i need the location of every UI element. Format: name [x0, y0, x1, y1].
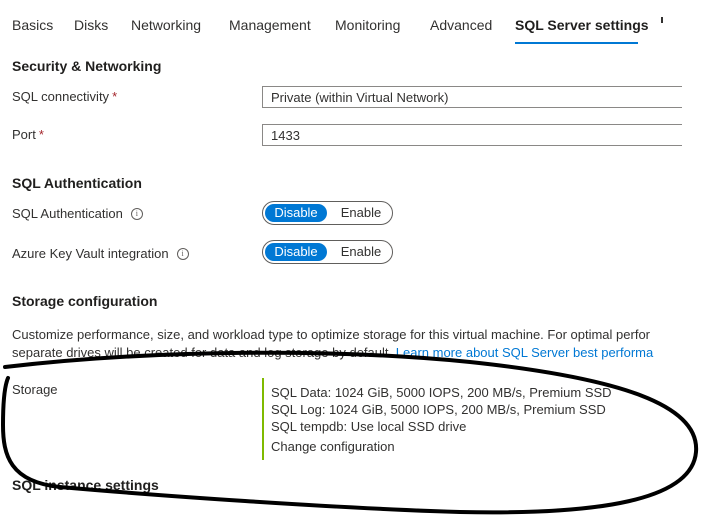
section-title-sql-authentication: SQL Authentication [12, 175, 142, 191]
sql-auth-disable-option[interactable]: Disable [265, 204, 327, 222]
sql-connectivity-label-text: SQL connectivity [12, 89, 110, 104]
sql-authentication-toggle: Disable Enable [262, 201, 393, 225]
key-vault-enable-option[interactable]: Enable [333, 243, 389, 261]
change-configuration-link[interactable]: Change configuration [271, 439, 395, 454]
learn-more-link[interactable]: Learn more about SQL Server best perform… [396, 345, 653, 360]
sql-authentication-label: SQL Authentication i [12, 206, 143, 221]
tab-disks[interactable]: Disks [74, 17, 108, 33]
tab-networking[interactable]: Networking [131, 17, 201, 33]
sql-connectivity-dropdown[interactable]: Private (within Virtual Network) [262, 86, 682, 108]
tab-bar: Basics Disks Networking Management Monit… [0, 0, 703, 46]
info-icon[interactable]: i [176, 247, 189, 260]
sql-connectivity-label: SQL connectivity * [12, 89, 117, 104]
key-vault-disable-option[interactable]: Disable [265, 243, 327, 261]
sql-auth-enable-option[interactable]: Enable [333, 204, 389, 222]
tab-sql-server-settings[interactable]: SQL Server settings [515, 17, 649, 33]
section-title-security-networking: Security & Networking [12, 58, 162, 74]
port-label: Port * [12, 127, 44, 142]
storage-description-line-1: Customize performance, size, and workloa… [12, 327, 650, 342]
tab-overflow-clipped[interactable] [661, 17, 663, 23]
port-input[interactable]: 1433 [262, 124, 682, 146]
tab-basics[interactable]: Basics [12, 17, 53, 33]
sql-authentication-label-text: SQL Authentication [12, 206, 123, 221]
port-label-text: Port [12, 127, 36, 142]
required-marker: * [112, 89, 118, 104]
section-title-storage-configuration: Storage configuration [12, 293, 158, 309]
tab-advanced[interactable]: Advanced [430, 17, 492, 33]
sql-connectivity-value: Private (within Virtual Network) [271, 90, 449, 105]
storage-description-text: separate drives will be created for data… [12, 345, 393, 360]
storage-sql-log: SQL Log: 1024 GiB, 5000 IOPS, 200 MB/s, … [271, 402, 606, 417]
required-marker: * [38, 127, 44, 142]
azure-key-vault-label: Azure Key Vault integration i [12, 246, 189, 261]
info-icon[interactable]: i [130, 207, 143, 220]
section-title-sql-instance-settings: SQL instance settings [12, 477, 159, 493]
storage-label: Storage [12, 382, 58, 397]
storage-sql-tempdb: SQL tempdb: Use local SSD drive [271, 419, 467, 434]
tab-monitoring[interactable]: Monitoring [335, 17, 400, 33]
azure-key-vault-label-text: Azure Key Vault integration [12, 246, 169, 261]
storage-sql-data: SQL Data: 1024 GiB, 5000 IOPS, 200 MB/s,… [271, 385, 612, 400]
storage-accent-bar [262, 378, 264, 460]
azure-key-vault-toggle: Disable Enable [262, 240, 393, 264]
tab-management[interactable]: Management [229, 17, 311, 33]
storage-description-line-2: separate drives will be created for data… [12, 345, 672, 360]
port-value: 1433 [271, 128, 300, 143]
active-tab-indicator [515, 42, 638, 44]
